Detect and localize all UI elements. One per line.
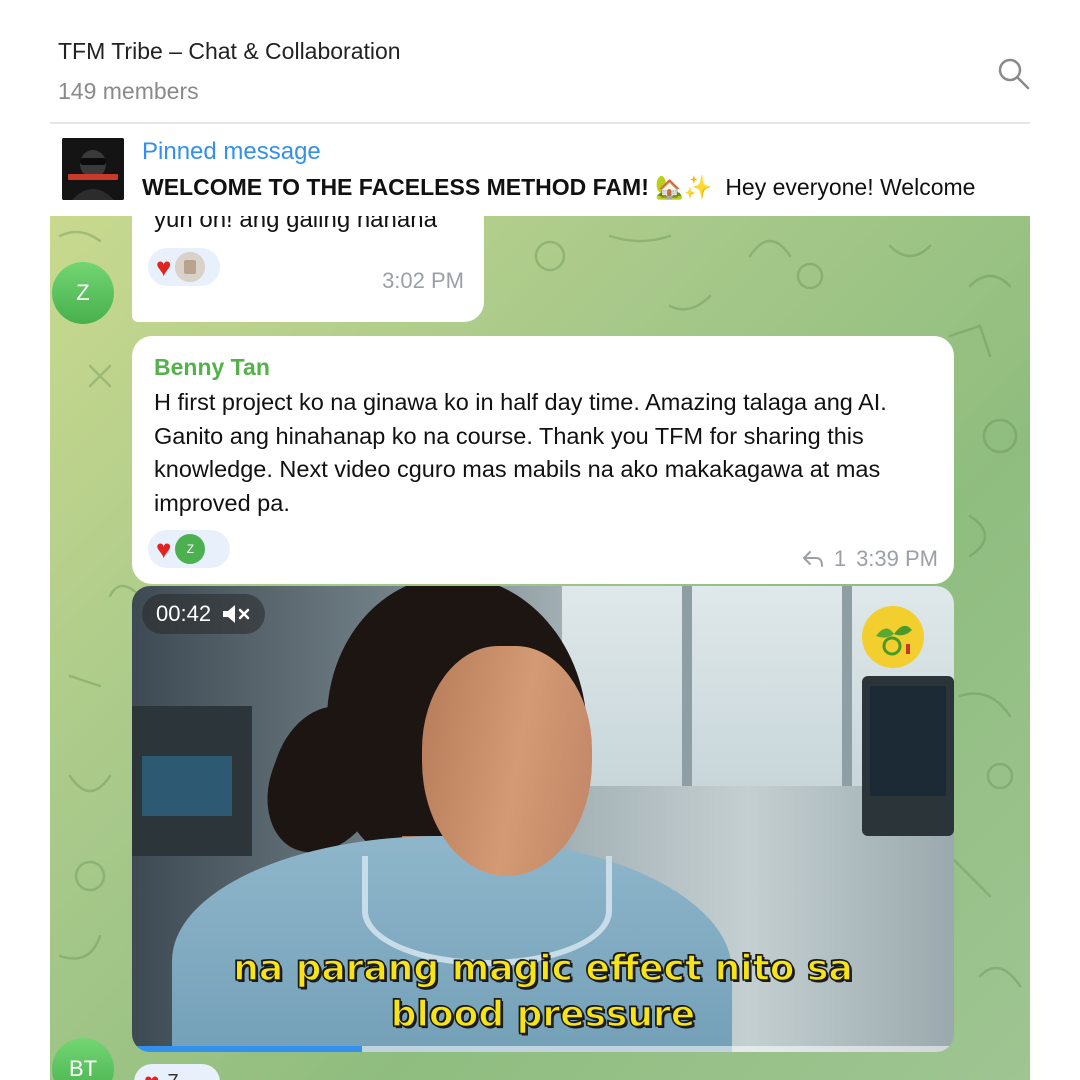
reactor-avatar: Z — [175, 534, 206, 564]
video-caption-line: na parang magic effect nito sa — [232, 947, 853, 990]
mute-icon[interactable] — [221, 603, 251, 625]
reaction-pill[interactable]: ♥ 7 — [134, 1064, 220, 1080]
pinned-text-bold: WELCOME TO THE FACELESS METHOD FAM! 🏡✨ — [142, 174, 713, 200]
video-message[interactable]: 00:42 na parang magic effect nito sa blo… — [132, 586, 954, 1052]
reply-count: 1 — [833, 546, 847, 571]
video-scene-monitor — [862, 676, 954, 836]
video-duration-badge[interactable]: 00:42 — [142, 594, 266, 634]
sender-name[interactable]: Benny Tan — [154, 354, 270, 381]
video-scene-monitor — [132, 706, 252, 856]
video-progress-fill — [132, 1046, 363, 1052]
reaction-count: 7 — [167, 1071, 178, 1080]
message-text: H first project ko na ginawa ko in half … — [154, 389, 887, 516]
heart-icon: ♥ — [156, 252, 172, 282]
heart-icon: ♥ — [156, 534, 172, 564]
video-caption: na parang magic effect nito sa blood pre… — [132, 946, 954, 1038]
avatar[interactable]: Z — [52, 262, 114, 324]
message-bubble[interactable]: yun oh! ang galing hahaha ♥ 3:02 PM — [132, 216, 484, 322]
chat-area[interactable]: Z yun oh! ang galing hahaha ♥ 3:02 PM Be… — [50, 216, 1030, 1080]
reaction-pill[interactable]: ♥ — [148, 248, 220, 286]
reply-stat[interactable]: 1 3:39 PM — [802, 546, 938, 572]
chat-title[interactable]: TFM Tribe – Chat & Collaboration — [58, 38, 401, 65]
pinned-message-bar[interactable]: Pinned message WELCOME TO THE FACELESS M… — [50, 124, 1030, 216]
reply-icon — [802, 551, 823, 567]
pinned-thumbnail — [62, 138, 124, 200]
video-duration: 00:42 — [156, 601, 212, 626]
message-time: 3:02 PM — [382, 268, 464, 293]
message-bubble[interactable]: Benny Tan H first project ko na ginawa k… — [132, 336, 954, 584]
search-icon[interactable] — [996, 56, 1032, 92]
pinned-text-rest: Hey everyone! Welcome — [725, 174, 976, 200]
heart-icon: ♥ — [144, 1069, 159, 1080]
pinned-label: Pinned message — [142, 138, 321, 165]
message-text: yun oh! ang galing hahaha — [154, 216, 437, 233]
message-time: 3:39 PM — [856, 546, 938, 571]
pinned-text: WELCOME TO THE FACELESS METHOD FAM! 🏡✨ H… — [142, 174, 1026, 201]
reaction-pill[interactable]: ♥ Z — [148, 530, 230, 568]
reactor-avatar — [175, 252, 206, 282]
chat-header: TFM Tribe – Chat & Collaboration 149 mem… — [0, 0, 1080, 124]
member-count[interactable]: 149 members — [58, 78, 199, 105]
video-caption-line: blood pressure — [390, 993, 696, 1036]
channel-logo-icon — [862, 606, 924, 668]
